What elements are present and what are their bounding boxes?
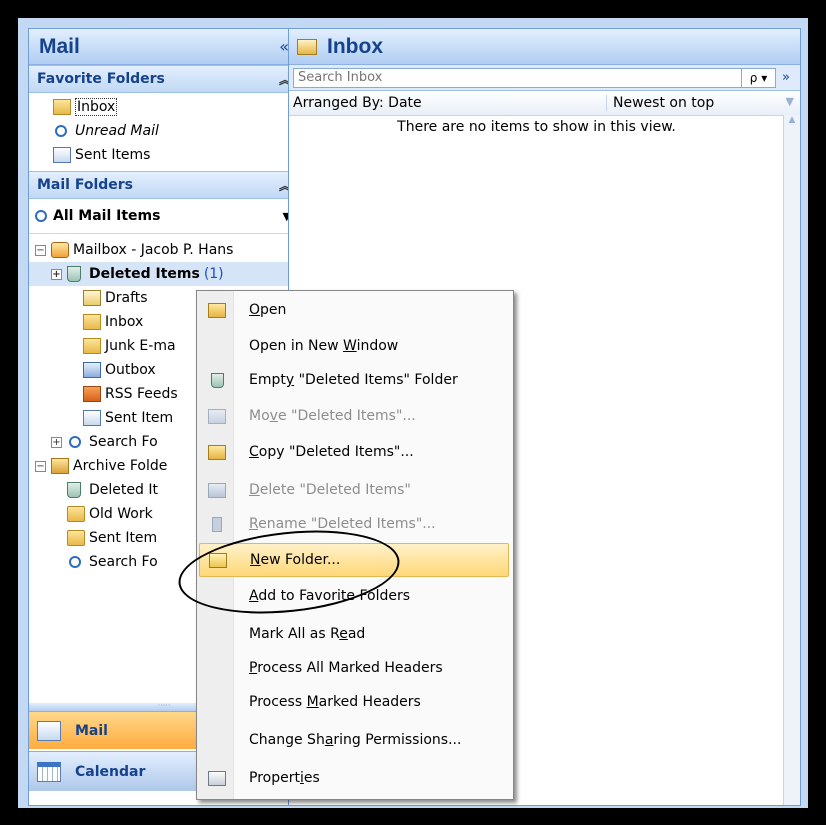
instant-search-bar: ρ ▾ » [289, 65, 800, 91]
menu-item-move: Move "Deleted Items"... [199, 399, 509, 433]
menu-item-process-all-headers[interactable]: Process All Marked Headers [199, 651, 509, 685]
sort-arrow-icon: ▼ [785, 95, 794, 108]
favorite-item-sent-items[interactable]: Sent Items [29, 143, 299, 167]
menu-item-new-folder[interactable]: New Folder... [199, 543, 509, 577]
expand-search-icon[interactable]: » [776, 70, 796, 85]
menu-item-copy[interactable]: Copy "Deleted Items"... [199, 435, 509, 469]
nav-title: Mail [39, 34, 80, 58]
menu-item-rename: Rename "Deleted Items"... [199, 507, 509, 541]
sent-items-icon [83, 410, 101, 426]
tree-item-label: Search Fo [89, 554, 158, 570]
sent-items-icon [53, 147, 71, 163]
tree-item-label: Junk E-ma [105, 338, 176, 354]
mailbox-icon [51, 242, 69, 258]
tree-item-label: Outbox [105, 362, 156, 378]
copy-folder-icon [208, 444, 226, 460]
search-folder-icon [35, 210, 47, 222]
calendar-icon [37, 761, 61, 782]
deleted-items-icon [67, 266, 81, 282]
all-mail-items-label: All Mail Items [53, 208, 161, 224]
favorite-folders-header[interactable]: Favorite Folders ︽ [29, 65, 299, 93]
favorite-item-inbox[interactable]: Inbox [29, 95, 299, 119]
properties-icon [208, 770, 226, 786]
tree-item-label: Mailbox - Jacob P. Hans [73, 242, 234, 258]
favorite-folders-label: Favorite Folders [37, 71, 165, 87]
search-folder-icon [69, 436, 81, 448]
archive-folder-icon [51, 458, 69, 474]
collapse-tree-icon[interactable]: − [35, 244, 46, 256]
nav-header: Mail « [29, 29, 299, 65]
favorite-item-label: Inbox [75, 98, 118, 116]
inbox-folder-icon [83, 314, 101, 330]
menu-item-open[interactable]: Open [199, 293, 509, 327]
tree-item-label: Deleted Items [89, 266, 200, 282]
trash-icon [210, 372, 224, 388]
menu-item-add-to-favorites[interactable]: Add to Favorite Folders [199, 579, 509, 613]
mail-folders-header[interactable]: Mail Folders ︽ [29, 171, 299, 199]
all-mail-items-dropdown[interactable]: All Mail Items ▼ [29, 199, 299, 234]
mail-folders-label: Mail Folders [37, 177, 134, 193]
arrange-by-button[interactable]: Arranged By: Date [289, 95, 607, 111]
inbox-header: Inbox [289, 29, 800, 65]
favorite-item-label: Sent Items [75, 147, 151, 163]
sort-order-button[interactable]: Newest on top ▼ [607, 95, 800, 111]
outlook-window: Mail « Favorite Folders ︽ Inbox Unread M… [18, 18, 808, 808]
deleted-items-icon [67, 482, 81, 498]
favorite-item-label: Unread Mail [75, 123, 159, 139]
drafts-icon [83, 290, 101, 306]
menu-item-open-new-window[interactable]: Open in New Window [199, 329, 509, 363]
move-folder-icon [208, 408, 226, 424]
search-folder-icon [55, 125, 67, 137]
tree-item-label: Sent Item [105, 410, 174, 426]
menu-item-sharing-permissions[interactable]: Change Sharing Permissions... [199, 723, 509, 757]
sort-order-label: Newest on top [613, 95, 715, 111]
search-folder-icon [69, 556, 81, 568]
rename-icon [212, 516, 222, 532]
junk-mail-icon [83, 338, 101, 354]
mail-envelope-icon [37, 720, 61, 741]
new-folder-icon [209, 552, 227, 568]
expand-tree-icon[interactable]: + [51, 268, 62, 280]
vertical-scrollbar[interactable]: ▲ [783, 115, 800, 805]
scroll-up-icon[interactable]: ▲ [784, 115, 800, 125]
folder-icon [67, 506, 85, 522]
tree-item-label: Archive Folde [73, 458, 168, 474]
menu-item-properties[interactable]: Properties [199, 761, 509, 795]
tree-item-label: Drafts [105, 290, 148, 306]
tree-item-label: Inbox [105, 314, 144, 330]
tree-item-label: Old Work [89, 506, 153, 522]
delete-folder-icon [208, 482, 226, 498]
inbox-folder-icon [297, 38, 317, 55]
inbox-title: Inbox [327, 34, 383, 58]
outbox-icon [83, 362, 101, 378]
tree-item-label: Sent Item [89, 530, 158, 546]
tree-item-label: RSS Feeds [105, 386, 178, 402]
favorite-folders-list: Inbox Unread Mail Sent Items [29, 93, 299, 171]
unread-count-badge: (1) [203, 266, 224, 282]
open-folder-icon [208, 302, 226, 318]
rss-feed-icon [83, 386, 101, 402]
folder-icon [67, 530, 85, 546]
nav-button-label: Calendar [75, 763, 146, 780]
tree-item-deleted-items[interactable]: + Deleted Items (1) [29, 262, 299, 286]
collapse-tree-icon[interactable]: − [35, 460, 46, 472]
empty-view-message: There are no items to show in this view. [397, 119, 676, 135]
menu-item-delete: Delete "Deleted Items" [199, 473, 509, 507]
tree-item-mailbox[interactable]: − Mailbox - Jacob P. Hans [29, 238, 299, 262]
arrange-by-bar: Arranged By: Date Newest on top ▼ [289, 91, 800, 116]
favorite-item-unread-mail[interactable]: Unread Mail [29, 119, 299, 143]
search-icon[interactable]: ρ ▾ [742, 67, 776, 88]
folder-context-menu: Open Open in New Window Empty "Deleted I… [196, 290, 514, 800]
inbox-folder-icon [53, 99, 71, 115]
expand-tree-icon[interactable]: + [51, 436, 62, 448]
nav-button-label: Mail [75, 722, 108, 739]
tree-item-label: Search Fo [89, 434, 158, 450]
menu-item-process-marked-headers[interactable]: Process Marked Headers [199, 685, 509, 719]
menu-item-empty-folder[interactable]: Empty "Deleted Items" Folder [199, 363, 509, 397]
tree-item-label: Deleted It [89, 482, 158, 498]
search-input[interactable] [293, 67, 742, 88]
menu-item-mark-all-read[interactable]: Mark All as Read [199, 617, 509, 651]
